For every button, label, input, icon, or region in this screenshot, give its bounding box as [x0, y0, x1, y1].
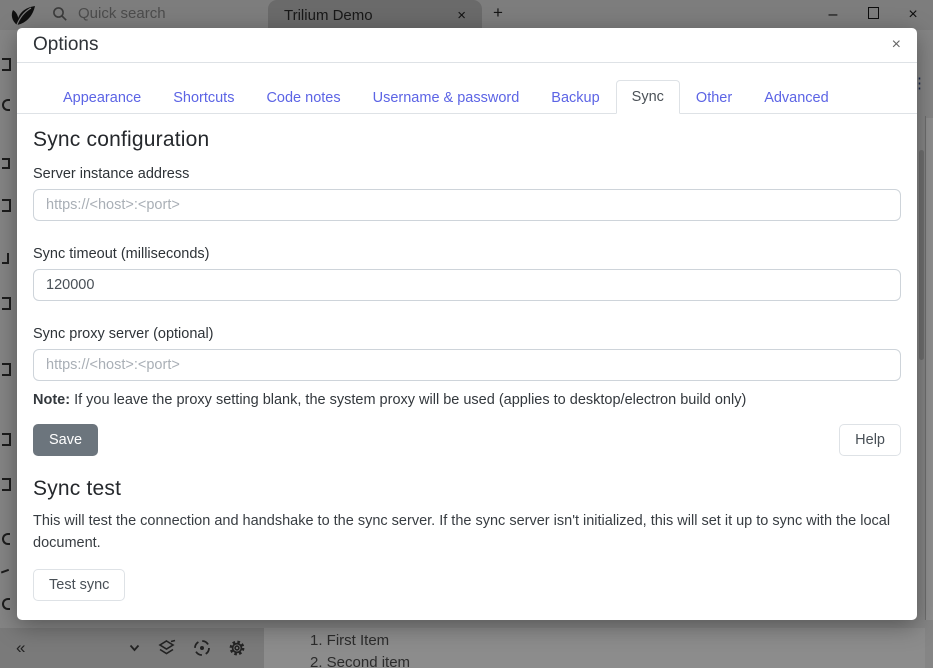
- sync-test-description: This will test the connection and handsh…: [33, 510, 901, 554]
- search-icon: [52, 6, 68, 22]
- tab-username-password[interactable]: Username & password: [357, 81, 536, 114]
- list-item: 1. First Item: [310, 630, 925, 652]
- layers-icon[interactable]: [157, 639, 176, 657]
- app-tab-title: Trilium Demo: [284, 7, 373, 24]
- help-button[interactable]: Help: [839, 424, 901, 456]
- launcher-icon-fragment: [2, 363, 11, 376]
- tab-shortcuts[interactable]: Shortcuts: [157, 81, 250, 114]
- options-tab-bar: Appearance Shortcuts Code notes Username…: [17, 63, 917, 114]
- sync-configuration-heading: Sync configuration: [33, 128, 901, 152]
- tab-sync[interactable]: Sync: [616, 80, 680, 114]
- launcher-icon-fragment: [2, 478, 11, 491]
- sync-timeout-label: Sync timeout (milliseconds): [33, 246, 901, 262]
- tab-other[interactable]: Other: [680, 81, 748, 114]
- launcher-icon-fragment: [2, 533, 10, 545]
- launcher-icon-fragment: [2, 598, 10, 610]
- maximize-button[interactable]: [853, 6, 893, 24]
- dialog-header: Options ×: [17, 28, 917, 63]
- tab-appearance[interactable]: Appearance: [47, 81, 157, 114]
- crosshair-icon[interactable]: [193, 639, 211, 657]
- launcher-icon-fragment: [2, 199, 11, 212]
- collapse-sidebar-button[interactable]: «: [16, 638, 25, 658]
- titlebar: Quick search Trilium Demo × + – ×: [0, 0, 933, 30]
- launcher-icon-fragment: [2, 297, 11, 310]
- server-address-input[interactable]: [33, 189, 901, 221]
- launcher-icon-fragment: [1, 569, 11, 579]
- sync-options-panel: Sync configuration Server instance addre…: [17, 114, 917, 601]
- chevron-down-icon[interactable]: [129, 644, 140, 652]
- options-dialog: Options × Appearance Shortcuts Code note…: [17, 28, 917, 620]
- scrollbar-thumb[interactable]: [919, 150, 924, 360]
- sync-test-heading: Sync test: [33, 477, 901, 501]
- server-address-label: Server instance address: [33, 166, 901, 182]
- tab-close-icon[interactable]: ×: [453, 7, 470, 24]
- proxy-note: Note: If you leave the proxy setting bla…: [33, 392, 901, 408]
- app-tab-trilium-demo[interactable]: Trilium Demo ×: [268, 0, 482, 30]
- dialog-title: Options: [33, 34, 98, 56]
- proxy-note-prefix: Note:: [33, 392, 70, 408]
- launcher-icon-fragment: [2, 58, 11, 71]
- sync-proxy-label: Sync proxy server (optional): [33, 326, 901, 342]
- sync-timeout-input[interactable]: [33, 269, 901, 301]
- tab-backup[interactable]: Backup: [535, 81, 615, 114]
- launcher-icon-fragment: [2, 433, 11, 446]
- dialog-close-icon[interactable]: ×: [892, 36, 901, 54]
- launcher-icon-fragment: [2, 253, 9, 264]
- tab-code-notes[interactable]: Code notes: [250, 81, 356, 114]
- save-button[interactable]: Save: [33, 424, 98, 456]
- maximize-icon: [868, 7, 879, 19]
- list-item: 2. Second item: [310, 652, 925, 668]
- quick-search-placeholder: Quick search: [78, 5, 166, 22]
- launcher-icon-fragment: [2, 99, 10, 111]
- launcher-icon-fragment: [2, 158, 10, 169]
- gear-icon[interactable]: [228, 639, 246, 657]
- window-close-button[interactable]: ×: [893, 6, 933, 24]
- minimize-button[interactable]: –: [813, 6, 853, 24]
- right-pane-edge: [926, 118, 933, 620]
- sync-proxy-input[interactable]: [33, 349, 901, 381]
- note-content-preview: 1. First Item 2. Second item: [264, 628, 925, 668]
- new-tab-button[interactable]: +: [493, 3, 503, 23]
- tab-advanced[interactable]: Advanced: [748, 81, 845, 114]
- quick-search[interactable]: Quick search: [52, 5, 166, 22]
- sidebar-bottom-bar: «: [0, 628, 264, 668]
- proxy-note-text: If you leave the proxy setting blank, th…: [70, 392, 746, 408]
- test-sync-button[interactable]: Test sync: [33, 569, 125, 601]
- trilium-logo-icon: [8, 4, 38, 28]
- window-controls: – ×: [813, 0, 933, 30]
